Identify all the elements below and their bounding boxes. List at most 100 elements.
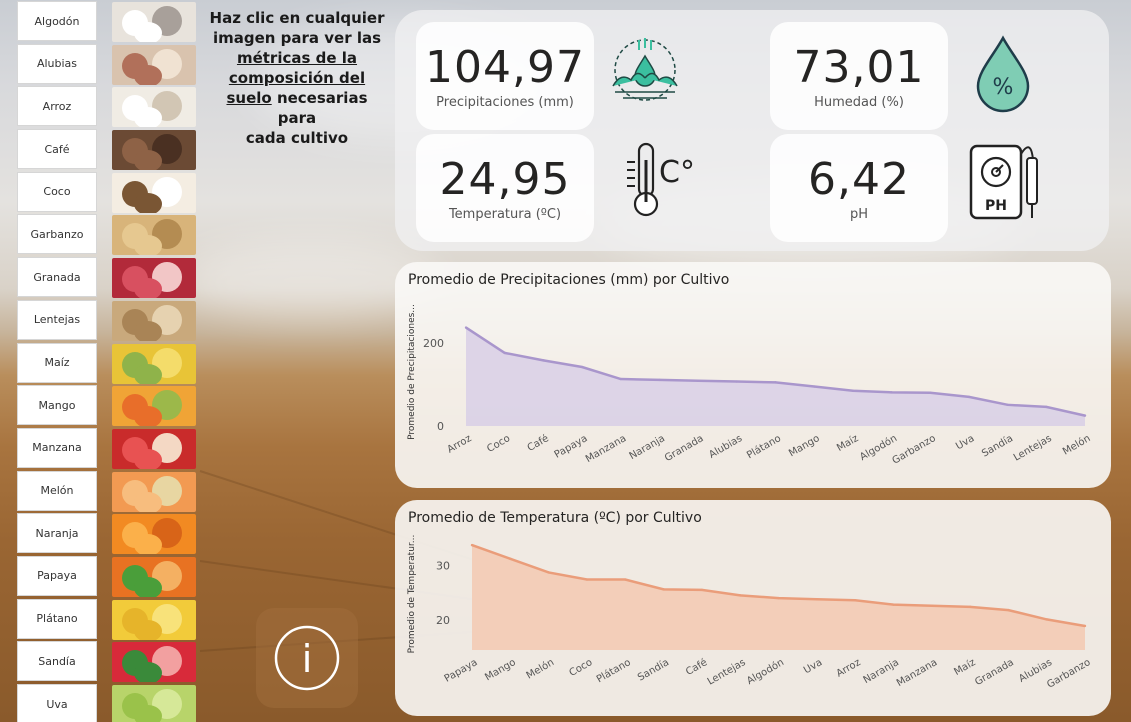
precipitation-value: 104,97	[425, 42, 585, 93]
ph-label: pH	[849, 207, 869, 222]
x-tick-label: Melón	[524, 656, 556, 681]
data-point	[509, 557, 512, 560]
humidity-drop-icon: %	[976, 35, 1030, 113]
x-tick-label: Maíz	[952, 656, 978, 678]
precipitation-label: Precipitaciones (mm)	[436, 95, 574, 110]
precipitation-area-chart: Promedio de Precipitaciones... 0 200 Arroz C…	[407, 304, 1093, 467]
instructions-line: Haz clic en cualquier	[209, 9, 385, 27]
data-point	[892, 603, 895, 606]
y-tick-label: 20	[436, 614, 450, 627]
data-point	[968, 605, 972, 609]
data-point	[1007, 608, 1010, 612]
thumbnail-shape	[134, 576, 162, 597]
x-tick-label: Coco	[485, 433, 512, 455]
crop-thumbnail[interactable]	[112, 258, 196, 299]
crop-button-list: Algodón Alubias Arroz Café Coco Garbanzo Grana…	[17, 1, 97, 722]
crop-thumbnail[interactable]	[112, 642, 196, 683]
crop-button[interactable]: Granada	[17, 257, 97, 298]
x-tick-label: Alubias	[707, 433, 744, 461]
thumbnail-shape	[134, 448, 162, 469]
data-point	[890, 391, 893, 394]
x-tick-label: Mango	[787, 433, 822, 459]
instructions-line: cada cultivo	[245, 129, 349, 147]
data-point	[812, 385, 816, 388]
x-tick-label: Melón	[1061, 432, 1093, 457]
data-point	[851, 389, 855, 392]
crop-button[interactable]: Melón	[17, 470, 97, 511]
ph-meter-icon: PH	[969, 144, 1038, 220]
crop-button[interactable]: Sandía	[17, 641, 97, 682]
crop-thumbnail[interactable]	[112, 514, 196, 555]
crop-button[interactable]: Naranja	[17, 513, 97, 554]
data-point	[930, 604, 933, 607]
info-button[interactable]: i	[256, 608, 358, 708]
data-point	[700, 588, 704, 592]
thumbnail-shape	[134, 235, 162, 256]
data-point	[464, 326, 468, 329]
thermometer-icon: C°	[627, 142, 695, 217]
thumbnail-shape	[134, 192, 162, 213]
ph-value: 6,42	[808, 154, 910, 205]
instructions-line: suelo	[226, 89, 272, 107]
data-point	[624, 578, 627, 581]
crop-thumbnail[interactable]	[112, 130, 196, 171]
x-tick-label: Plátano	[745, 432, 783, 461]
rain-water-icon	[612, 38, 678, 101]
crop-button[interactable]: Maíz	[17, 342, 97, 383]
crop-button[interactable]: Coco	[17, 171, 97, 212]
crop-thumbnail[interactable]	[112, 428, 196, 469]
crop-button[interactable]: Lentejas	[17, 299, 97, 340]
humidity-label: Humedad (%)	[814, 95, 904, 110]
crop-thumbnail[interactable]	[112, 87, 196, 128]
x-tick-label: Arroz	[835, 657, 863, 680]
crop-thumbnail[interactable]	[112, 343, 196, 384]
y-tick-label: 0	[437, 420, 444, 433]
crop-button[interactable]: Manzana	[17, 427, 97, 468]
crop-button[interactable]: Papaya	[17, 555, 97, 596]
crop-thumbnail-list	[112, 2, 196, 722]
crop-button[interactable]: Arroz	[17, 86, 97, 127]
humidity-card: 73,01 Humedad (%)	[770, 22, 948, 130]
precipitation-card: 104,97 Precipitaciones (mm)	[416, 22, 594, 130]
data-point	[738, 594, 742, 597]
temperature-chart-panel: Promedio de Temperatura (ºC) por Cultivo…	[395, 500, 1111, 716]
crop-thumbnail[interactable]	[112, 44, 196, 85]
thumbnail-shape	[134, 363, 162, 384]
crop-thumbnail[interactable]	[112, 386, 196, 427]
crop-thumbnail[interactable]	[112, 2, 196, 42]
crop-button[interactable]: Garbanzo	[17, 214, 97, 255]
crop-thumbnail[interactable]	[112, 172, 196, 213]
data-point	[774, 381, 777, 384]
crop-thumbnail[interactable]	[112, 471, 196, 512]
temperature-label: Temperatura (ºC)	[448, 207, 562, 222]
svg-text:%: %	[993, 75, 1014, 100]
x-tick-label: Mango	[483, 657, 518, 683]
thumbnail-shape	[134, 64, 162, 85]
y-axis-label: Promedio de Temperatur...	[407, 535, 417, 654]
crop-button[interactable]: Café	[17, 129, 97, 170]
crop-button[interactable]: Mango	[17, 385, 97, 426]
x-tick-label: Coco	[568, 657, 595, 679]
crop-button[interactable]: Alubias	[17, 43, 97, 84]
crop-thumbnail[interactable]	[112, 215, 196, 256]
x-tick-label: Maíz	[835, 432, 861, 454]
crop-thumbnail[interactable]	[112, 685, 196, 722]
y-axis-label: Promedio de Precipitaciones...	[407, 304, 417, 440]
thumbnail-shape	[134, 662, 162, 683]
crop-button[interactable]: Uva	[17, 684, 97, 722]
data-point	[503, 351, 506, 355]
x-tick-label: Lentejas	[706, 657, 748, 688]
data-point	[542, 359, 545, 362]
x-tick-label: Plátano	[594, 656, 632, 685]
crop-button[interactable]: Plátano	[17, 598, 97, 639]
temperature-value: 24,95	[439, 154, 571, 205]
svg-text:i: i	[302, 637, 313, 681]
data-point	[662, 588, 665, 591]
x-tick-label: Café	[525, 432, 551, 454]
x-tick-label: Papaya	[443, 657, 480, 685]
crop-thumbnail[interactable]	[112, 300, 196, 341]
info-icon: i	[274, 625, 340, 691]
crop-button[interactable]: Algodón	[17, 1, 97, 41]
crop-thumbnail[interactable]	[112, 599, 196, 640]
crop-thumbnail[interactable]	[112, 556, 196, 597]
